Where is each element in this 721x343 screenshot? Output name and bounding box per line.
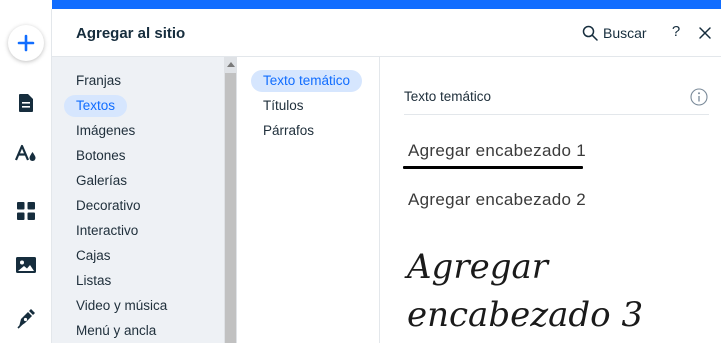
category-listas[interactable]: Listas	[64, 270, 123, 292]
search-icon	[582, 25, 598, 41]
image-icon	[16, 257, 36, 273]
pages-button[interactable]	[0, 83, 52, 123]
panel-title: Agregar al sitio	[76, 25, 186, 42]
category-scrollbar[interactable]	[224, 57, 237, 343]
scroll-thumb[interactable]	[225, 73, 236, 343]
category-imagenes[interactable]: Imágenes	[64, 120, 147, 142]
heading-1-underline	[403, 166, 583, 169]
category-textos[interactable]: Textos	[64, 95, 128, 117]
subcategory-parrafos[interactable]: Párrafos	[251, 120, 326, 142]
category-menu-ancla[interactable]: Menú y ancla	[64, 320, 168, 342]
pen-icon	[17, 309, 35, 329]
section-title: Texto temático	[404, 89, 492, 104]
subcategory-texto-tematico[interactable]: Texto temático	[251, 70, 363, 92]
left-rail	[0, 9, 52, 343]
add-button[interactable]	[0, 23, 52, 63]
apps-grid-icon	[17, 202, 35, 220]
top-accent-bar	[52, 0, 721, 9]
content-preview: Texto temático Agregar encabezado 1 Agre…	[381, 57, 721, 343]
category-galerias[interactable]: Galerías	[64, 170, 139, 192]
heading-3-preset[interactable]: Agregar encabezado 3	[407, 243, 707, 339]
subcategory-titulos[interactable]: Títulos	[251, 95, 316, 117]
subcategory-list: Texto temático Títulos Párrafos	[237, 57, 380, 343]
heading-1-preset[interactable]: Agregar encabezado 1	[408, 141, 586, 161]
search-button[interactable]: Buscar	[582, 23, 647, 43]
text-style-icon	[14, 144, 36, 161]
scroll-up-arrow-icon[interactable]	[224, 57, 237, 71]
close-icon	[699, 27, 711, 39]
info-icon[interactable]	[690, 88, 708, 106]
category-botones[interactable]: Botones	[64, 145, 138, 167]
media-button[interactable]	[0, 245, 52, 285]
category-cajas[interactable]: Cajas	[64, 245, 123, 267]
search-label: Buscar	[603, 25, 647, 41]
category-video-musica[interactable]: Video y música	[64, 295, 179, 317]
heading-2-preset[interactable]: Agregar encabezado 2	[408, 190, 586, 210]
close-button[interactable]	[697, 25, 713, 41]
add-panel: Agregar al sitio Buscar ? Franjas Textos…	[52, 9, 721, 343]
section-divider	[404, 114, 709, 115]
category-decorativo[interactable]: Decorativo	[64, 195, 153, 217]
category-interactivo[interactable]: Interactivo	[64, 220, 150, 242]
plus-icon	[8, 25, 44, 61]
category-list: Franjas Textos Imágenes Botones Galerías…	[52, 57, 224, 343]
panel-header: Agregar al sitio Buscar ?	[52, 9, 721, 57]
apps-button[interactable]	[0, 191, 52, 231]
category-franjas[interactable]: Franjas	[64, 70, 133, 92]
page-icon	[19, 94, 33, 112]
blog-button[interactable]	[0, 299, 52, 339]
help-button[interactable]: ?	[670, 23, 682, 43]
design-button[interactable]	[0, 133, 52, 173]
top-bar	[0, 0, 721, 9]
